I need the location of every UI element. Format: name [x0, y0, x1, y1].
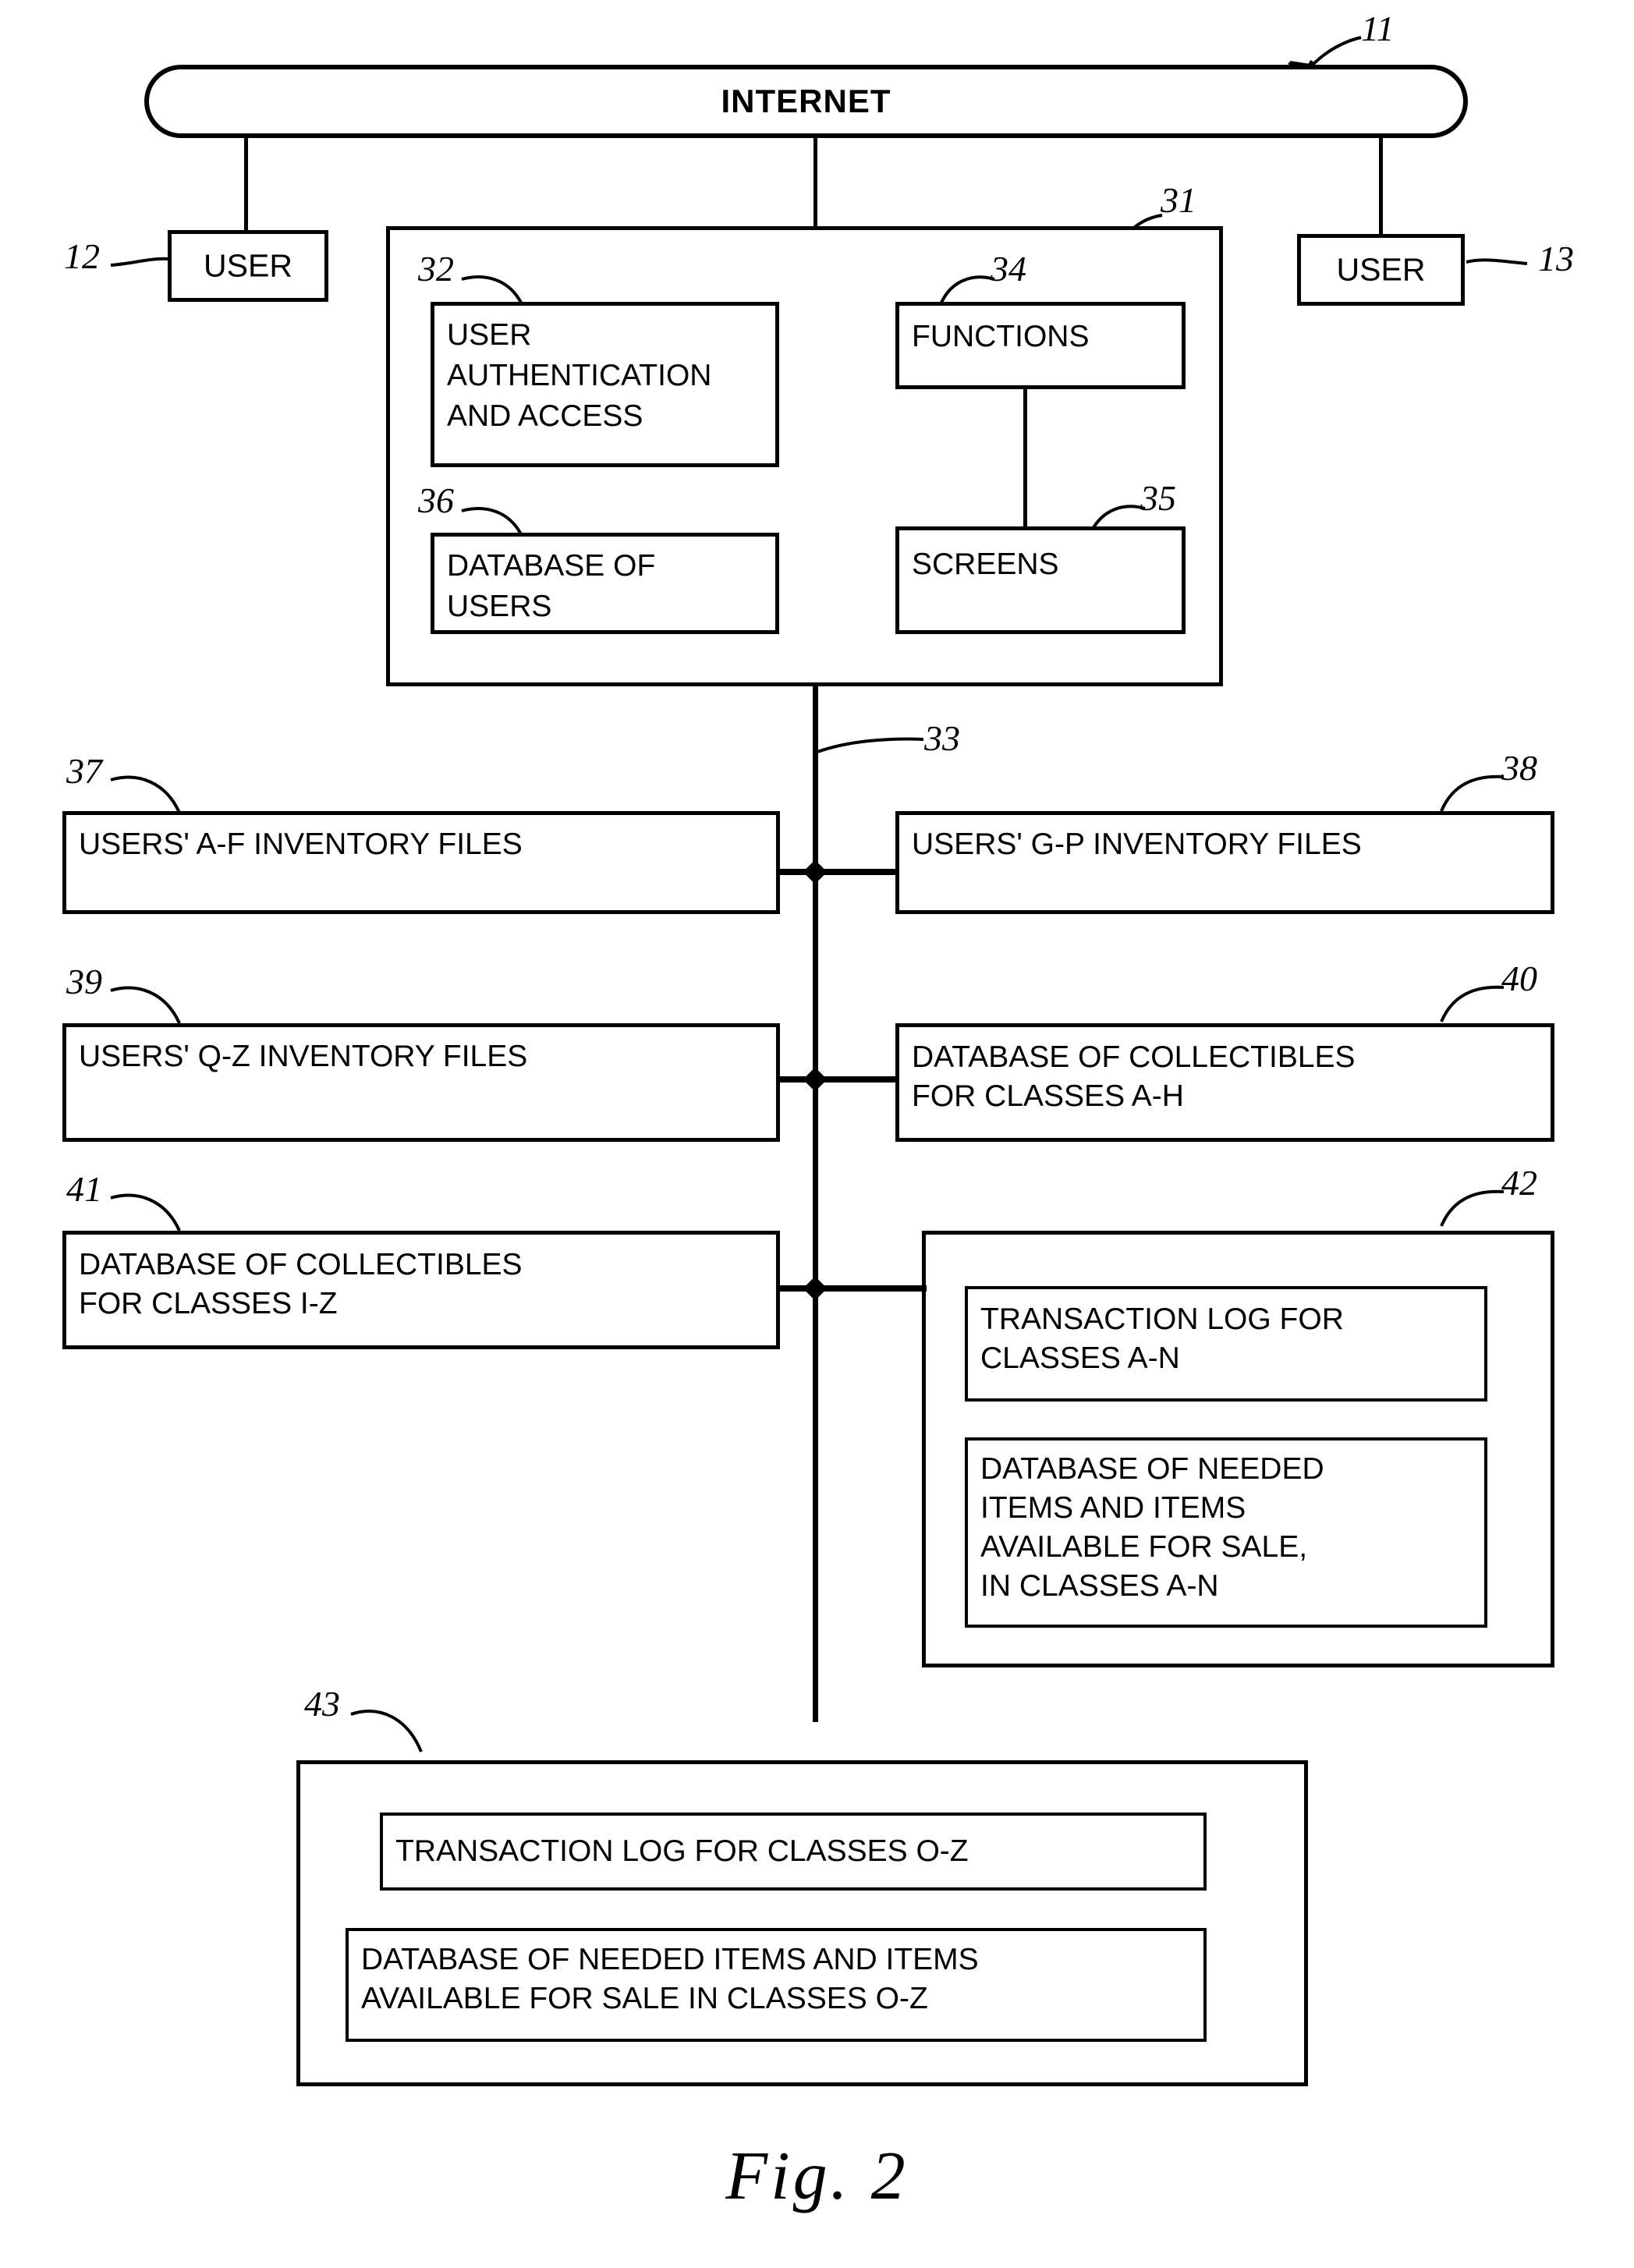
ref-numeral-43: 43 — [304, 1684, 340, 1724]
ref-numeral-36: 36 — [418, 480, 454, 520]
leader-line-43 — [350, 1710, 423, 1752]
patent-figure-2: 11 INTERNET 12 USER USER 13 31 32 USER A… — [0, 0, 1634, 2268]
users-qz-inventory-files-node: USERS' Q-Z INVENTORY FILES — [62, 1023, 780, 1142]
ref-numeral-32: 32 — [418, 249, 454, 289]
users-qz-inventory-files-label: USERS' Q-Z INVENTORY FILES — [79, 1040, 528, 1073]
user-authentication-and-access-node: USER AUTHENTICATION AND ACCESS — [431, 302, 779, 467]
connector-functions-to-screens — [1023, 389, 1027, 526]
figure-caption: Fig. 2 — [725, 2139, 909, 2214]
user-node-right: USER — [1297, 234, 1465, 306]
needed-items-an-node: DATABASE OF NEEDED ITEMS AND ITEMS AVAIL… — [965, 1437, 1487, 1628]
class-group-oz-node: TRANSACTION LOG FOR CLASSES O-Z DATABASE… — [296, 1760, 1308, 2086]
database-of-users-node: DATABASE OF USERS — [431, 533, 779, 634]
users-gp-inventory-files-node: USERS' G-P INVENTORY FILES — [895, 811, 1554, 914]
screens-node: SCREENS — [895, 526, 1186, 634]
connector-internet-to-user-left — [244, 136, 248, 232]
users-af-inventory-files-node: USERS' A-F INVENTORY FILES — [62, 811, 780, 914]
user-authentication-label: USER AUTHENTICATION AND ACCESS — [447, 318, 712, 433]
user-left-label: USER — [204, 247, 292, 284]
internet-label: INTERNET — [721, 83, 891, 119]
class-group-an-node: TRANSACTION LOG FOR CLASSES A-N DATABASE… — [922, 1231, 1554, 1667]
internet-node: INTERNET — [144, 65, 1468, 138]
functions-label: FUNCTIONS — [912, 320, 1090, 353]
transaction-log-an-node: TRANSACTION LOG FOR CLASSES A-N — [965, 1286, 1487, 1402]
database-collectibles-iz-label: DATABASE OF COLLECTIBLES FOR CLASSES I-Z — [79, 1248, 523, 1320]
users-gp-inventory-files-label: USERS' G-P INVENTORY FILES — [912, 827, 1362, 861]
user-right-label: USER — [1336, 251, 1426, 288]
ref-numeral-39: 39 — [66, 962, 102, 1001]
connector-internet-to-server — [813, 136, 817, 230]
transaction-log-oz-node: TRANSACTION LOG FOR CLASSES O-Z — [380, 1813, 1207, 1891]
ref-numeral-13: 13 — [1538, 239, 1574, 278]
connector-internet-to-user-right — [1379, 136, 1383, 236]
bus-junction-row1 — [803, 859, 828, 884]
needed-items-an-label: DATABASE OF NEEDED ITEMS AND ITEMS AVAIL… — [980, 1452, 1324, 1603]
transaction-log-an-label: TRANSACTION LOG FOR CLASSES A-N — [980, 1302, 1344, 1375]
leader-line-33 — [817, 737, 924, 753]
screens-label: SCREENS — [912, 548, 1059, 581]
leader-line-13 — [1466, 258, 1528, 265]
users-af-inventory-files-label: USERS' A-F INVENTORY FILES — [79, 827, 523, 861]
transaction-log-oz-label: TRANSACTION LOG FOR CLASSES O-Z — [395, 1834, 969, 1868]
ref-numeral-37: 37 — [66, 751, 102, 791]
database-collectibles-iz-node: DATABASE OF COLLECTIBLES FOR CLASSES I-Z — [62, 1231, 780, 1349]
database-collectibles-ah-node: DATABASE OF COLLECTIBLES FOR CLASSES A-H — [895, 1023, 1554, 1142]
ref-numeral-12: 12 — [64, 236, 100, 276]
connector-row3-right — [811, 1285, 927, 1292]
data-bus-line — [813, 686, 818, 1722]
database-collectibles-ah-label: DATABASE OF COLLECTIBLES FOR CLASSES A-H — [912, 1040, 1356, 1113]
needed-items-oz-node: DATABASE OF NEEDED ITEMS AND ITEMS AVAIL… — [346, 1928, 1207, 2042]
user-node-left: USER — [168, 230, 328, 302]
bus-junction-row2 — [803, 1067, 828, 1092]
ref-numeral-41: 41 — [66, 1169, 102, 1209]
functions-node: FUNCTIONS — [895, 302, 1186, 389]
bus-junction-row3 — [803, 1276, 828, 1301]
database-of-users-label: DATABASE OF USERS — [447, 549, 656, 623]
needed-items-oz-label: DATABASE OF NEEDED ITEMS AND ITEMS AVAIL… — [361, 1943, 979, 2015]
